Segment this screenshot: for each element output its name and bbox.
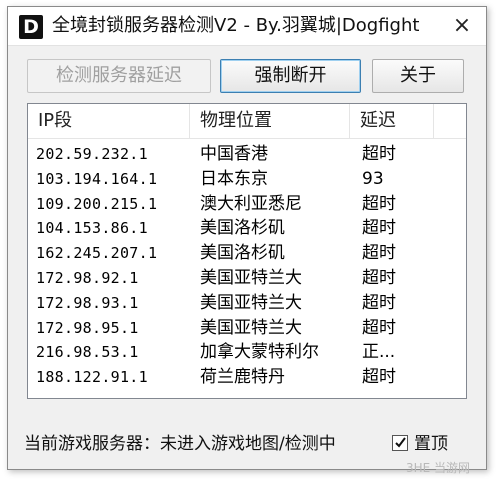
- table-row[interactable]: 162.245.207.1 美国洛杉矶 超时: [28, 241, 466, 266]
- cell-location: 美国亚特兰大: [200, 292, 302, 313]
- always-on-top-checkbox[interactable]: [392, 435, 408, 451]
- cell-latency: 超时: [362, 243, 396, 264]
- table-body: 202.59.232.1 中国香港 超时 103.194.164.1 日本东京 …: [28, 142, 466, 390]
- table-row[interactable]: 104.153.86.1 美国洛杉矶 超时: [28, 216, 466, 241]
- close-button[interactable]: ×: [448, 13, 476, 39]
- cell-location: 澳大利亚悉尼: [200, 193, 302, 214]
- cell-location: 美国洛杉矶: [200, 243, 285, 264]
- cell-ip: 172.98.93.1: [36, 293, 139, 312]
- cell-latency: 超时: [362, 267, 396, 288]
- cell-ip: 103.194.164.1: [36, 169, 158, 188]
- cell-location: 日本东京: [200, 168, 268, 189]
- cell-latency: 超时: [362, 193, 396, 214]
- cell-latency: 超时: [362, 292, 396, 313]
- table-row[interactable]: 172.98.92.1 美国亚特兰大 超时: [28, 266, 466, 291]
- cell-ip: 216.98.53.1: [36, 343, 139, 362]
- table-row[interactable]: 172.98.95.1 美国亚特兰大 超时: [28, 316, 466, 341]
- force-disconnect-button[interactable]: 强制断开: [220, 59, 361, 93]
- cell-location: 美国亚特兰大: [200, 317, 302, 338]
- table-row[interactable]: 188.122.91.1 荷兰鹿特丹 超时: [28, 365, 466, 390]
- app-logo-icon: D: [19, 15, 43, 39]
- cell-ip: 162.245.207.1: [36, 244, 158, 263]
- cell-latency: 93: [362, 168, 384, 189]
- cell-ip: 109.200.215.1: [36, 194, 158, 213]
- checkmark-icon: [395, 437, 406, 448]
- cell-ip: 202.59.232.1: [36, 145, 148, 163]
- table-row[interactable]: 216.98.53.1 加拿大蒙特利尔 正...: [28, 340, 466, 365]
- title-bar[interactable]: D 全境封锁服务器检测V2 - By.羽翼城|Dogfight ×: [8, 7, 486, 46]
- site-watermark: 3HE 当游网: [406, 461, 471, 475]
- server-list-table[interactable]: IP段 物理位置 延迟 202.59.232.1 中国香港 超时 103.194…: [27, 103, 467, 399]
- cell-location: 美国亚特兰大: [200, 267, 302, 288]
- cell-location: 加拿大蒙特利尔: [200, 342, 319, 363]
- table-header: IP段 物理位置 延迟: [28, 104, 466, 139]
- cell-location: 中国香港: [200, 144, 268, 164]
- cell-latency: 超时: [362, 218, 396, 239]
- table-row[interactable]: 103.194.164.1 日本东京 93: [28, 167, 466, 192]
- cell-location: 荷兰鹿特丹: [200, 367, 285, 388]
- cell-latency: 超时: [362, 317, 396, 338]
- table-row[interactable]: 172.98.93.1 美国亚特兰大 超时: [28, 291, 466, 316]
- cell-location: 美国洛杉矶: [200, 218, 285, 239]
- app-window: D 全境封锁服务器检测V2 - By.羽翼城|Dogfight × 检测服务器延…: [7, 6, 487, 470]
- column-header-ip[interactable]: IP段: [28, 104, 190, 138]
- cell-ip: 104.153.86.1: [36, 219, 148, 238]
- column-header-location[interactable]: 物理位置: [190, 104, 350, 138]
- cell-latency: 正...: [362, 342, 396, 363]
- column-header-latency[interactable]: 延迟: [350, 104, 434, 138]
- cell-ip: 172.98.92.1: [36, 268, 139, 287]
- always-on-top-label: 置顶: [414, 434, 448, 454]
- cell-ip: 188.122.91.1: [36, 368, 148, 387]
- current-server-status: 当前游戏服务器：未进入游戏地图/检测中: [24, 434, 336, 454]
- detect-latency-button[interactable]: 检测服务器延迟: [27, 59, 211, 93]
- table-row[interactable]: 109.200.215.1 澳大利亚悉尼 超时: [28, 192, 466, 217]
- cell-latency: 超时: [362, 144, 396, 164]
- window-title: 全境封锁服务器检测V2 - By.羽翼城|Dogfight: [52, 15, 420, 36]
- about-button[interactable]: 关于: [372, 59, 464, 93]
- table-row[interactable]: 202.59.232.1 中国香港 超时: [28, 142, 466, 167]
- cell-latency: 超时: [362, 367, 396, 388]
- cell-ip: 172.98.95.1: [36, 318, 139, 337]
